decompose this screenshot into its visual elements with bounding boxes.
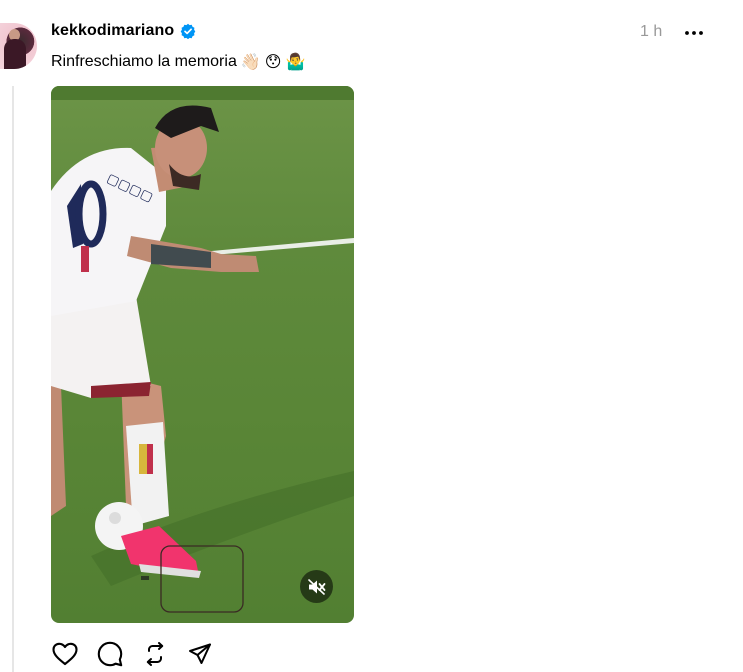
send-icon: [188, 643, 211, 664]
comment-icon: [97, 641, 122, 666]
shrug-emoji: 🤷‍♂️: [285, 52, 306, 71]
username-link[interactable]: kekkodimariano: [51, 22, 174, 40]
share-button[interactable]: [186, 640, 213, 667]
repost-button[interactable]: [141, 640, 168, 667]
caption-text: Rinfreschiamo la memoria: [51, 53, 237, 70]
thread-post: kekkodimariano 1 h Rinfreschiamo la memo…: [0, 0, 743, 672]
comment-button[interactable]: [96, 640, 123, 667]
verified-badge-icon: [180, 23, 196, 40]
repost-icon: [146, 641, 163, 666]
like-button[interactable]: [51, 640, 78, 667]
more-horizontal-icon: [685, 31, 703, 35]
waving-hand-emoji: 👋🏻: [240, 52, 261, 71]
video-frame: ▢▢▢▢: [51, 86, 354, 613]
volume-muted-icon: [307, 578, 325, 595]
post-caption: Rinfreschiamo la memoria 👋🏻 😯 🤷‍♂️: [51, 53, 305, 71]
heart-icon: [51, 642, 78, 665]
post-header: kekkodimariano: [51, 22, 196, 40]
mute-toggle-button[interactable]: [300, 570, 333, 603]
avatar-body: [4, 39, 26, 69]
thread-line: [12, 86, 14, 672]
video-player[interactable]: ▢▢▢▢: [51, 86, 354, 623]
more-options-button[interactable]: [683, 24, 705, 42]
post-timestamp[interactable]: 1 h: [640, 23, 662, 41]
post-actions: [51, 640, 213, 667]
avatar[interactable]: [0, 23, 37, 69]
surprised-face-emoji: 😯: [264, 52, 282, 71]
